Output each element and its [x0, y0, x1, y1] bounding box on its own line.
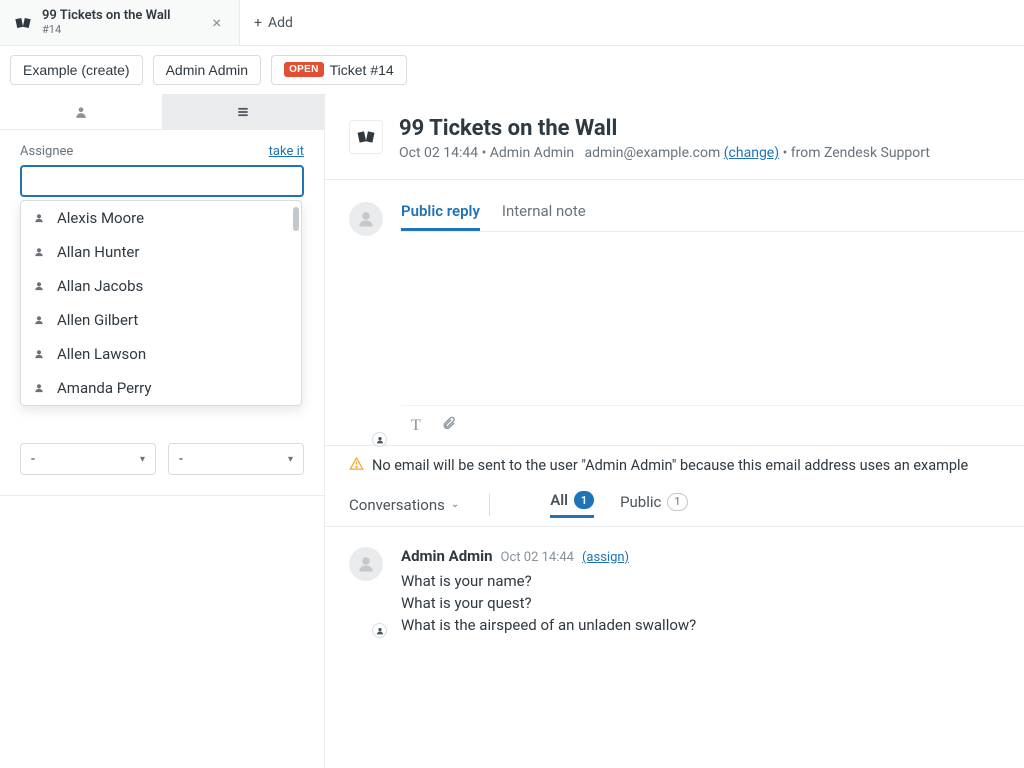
ticket-header: 99 Tickets on the Wall Oct 02 14:44 • Ad…	[325, 94, 1024, 180]
breadcrumb-org[interactable]: Example (create)	[10, 55, 143, 85]
assignee-option[interactable]: Allan Jacobs	[21, 269, 301, 303]
person-icon	[33, 246, 45, 258]
assignee-option-label: Allen Lawson	[57, 345, 146, 363]
count-badge: 1	[667, 493, 687, 511]
status-badge: OPEN	[284, 62, 324, 77]
assignee-option[interactable]: Amanda Perry	[21, 371, 301, 405]
assignee-option-label: Alexis Moore	[57, 209, 144, 227]
breadcrumb-ticket[interactable]: OPEN Ticket #14	[271, 55, 407, 85]
message-line: What is your name?	[401, 571, 1000, 593]
person-icon	[33, 212, 45, 224]
ticket-tab-icon	[14, 14, 32, 32]
ticket-subline: Oct 02 14:44 • Admin Admin admin@example…	[399, 145, 930, 161]
properties-panel: Assignee take it Alexis Moore Allan Hunt…	[0, 94, 325, 768]
assignee-option-label: Allan Jacobs	[57, 277, 143, 295]
tab-title: 99 Tickets on the Wall	[42, 9, 171, 23]
conversations-bar: Conversations ⌄ All 1 Public 1	[325, 487, 1024, 527]
attachment-icon[interactable]	[441, 416, 456, 435]
requester-avatar-icon	[349, 120, 383, 154]
chevron-down-icon: ▾	[288, 454, 293, 465]
filter-all[interactable]: All 1	[550, 491, 594, 518]
assignee-option[interactable]: Allen Lawson	[21, 337, 301, 371]
message-line: What is the airspeed of an unladen swall…	[401, 615, 1000, 637]
ticket-content: 99 Tickets on the Wall Oct 02 14:44 • Ad…	[325, 94, 1024, 768]
ticket-tab[interactable]: 99 Tickets on the Wall #14 ×	[0, 0, 240, 45]
assignee-input[interactable]	[20, 165, 304, 197]
person-icon	[33, 382, 45, 394]
tab-sub: #14	[42, 24, 171, 36]
warning-text: No email will be sent to the user "Admin…	[372, 457, 968, 474]
page-title: 99 Tickets on the Wall	[399, 116, 930, 141]
assignee-option[interactable]: Allan Hunter	[21, 235, 301, 269]
add-tab-label: Add	[268, 15, 293, 31]
reply-textarea[interactable]	[401, 231, 1024, 401]
message-avatar	[349, 547, 385, 636]
add-tab-button[interactable]: + Add	[240, 0, 307, 45]
message-time: Oct 02 14:44	[501, 550, 574, 565]
assignee-dropdown: Alexis Moore Allan Hunter Allan Jacobs A…	[20, 200, 302, 406]
property-select[interactable]: - ▾	[168, 443, 304, 475]
property-select[interactable]: - ▾	[20, 443, 156, 475]
person-icon	[33, 348, 45, 360]
reply-area: Public reply Internal note T	[325, 180, 1024, 446]
warning-message: No email will be sent to the user "Admin…	[325, 446, 1024, 487]
reply-tabs: Public reply Internal note	[401, 202, 1024, 231]
reply-toolbar: T	[401, 405, 1024, 445]
tab-internal-note[interactable]: Internal note	[502, 202, 586, 231]
filter-public[interactable]: Public 1	[620, 491, 688, 518]
assignee-label: Assignee	[20, 144, 73, 159]
sidebar-tab-ticket[interactable]	[162, 94, 324, 129]
message-text: What is your name? What is your quest? W…	[401, 571, 1000, 636]
main-area: Assignee take it Alexis Moore Allan Hunt…	[0, 94, 1024, 768]
breadcrumb: Example (create) Admin Admin OPEN Ticket…	[0, 46, 1024, 94]
warning-icon	[349, 456, 364, 475]
breadcrumb-user[interactable]: Admin Admin	[153, 55, 261, 85]
sidebar-tabs	[0, 94, 324, 130]
conversations-dropdown[interactable]: Conversations ⌄	[349, 496, 459, 514]
avatar-icon	[349, 202, 383, 236]
property-select-value: -	[31, 451, 35, 467]
assignee-option-label: Allan Hunter	[57, 243, 139, 261]
format-text-icon[interactable]: T	[411, 417, 421, 435]
tab-public-reply[interactable]: Public reply	[401, 202, 480, 231]
agent-badge-icon	[372, 623, 387, 638]
take-it-link[interactable]: take it	[269, 144, 304, 159]
plus-icon: +	[254, 15, 262, 31]
property-select-value: -	[179, 451, 183, 467]
assignee-option-label: Allen Gilbert	[57, 311, 138, 329]
assignee-option[interactable]: Allen Gilbert	[21, 303, 301, 337]
chevron-down-icon: ▾	[140, 454, 145, 465]
count-badge: 1	[574, 491, 594, 509]
avatar-icon	[349, 547, 383, 581]
tabs-bar: 99 Tickets on the Wall #14 × + Add	[0, 0, 1024, 46]
message-line: What is your quest?	[401, 593, 1000, 615]
divider	[489, 494, 490, 516]
assignee-option[interactable]: Alexis Moore	[21, 201, 301, 235]
person-icon	[33, 280, 45, 292]
person-icon	[33, 314, 45, 326]
assignee-option-label: Amanda Perry	[57, 379, 151, 397]
current-user-avatar	[349, 202, 385, 445]
change-requester-link[interactable]: (change)	[724, 145, 779, 161]
sidebar-tab-user[interactable]	[0, 94, 162, 129]
message-author: Admin Admin	[401, 547, 493, 565]
dropdown-scrollbar[interactable]	[293, 207, 299, 231]
agent-badge-icon	[372, 432, 387, 447]
assign-link[interactable]: (assign)	[582, 550, 629, 565]
chevron-down-icon: ⌄	[451, 499, 459, 510]
breadcrumb-ticket-label: Ticket #14	[330, 62, 394, 78]
conversation-message: Admin Admin Oct 02 14:44 (assign) What i…	[325, 527, 1024, 656]
close-icon[interactable]: ×	[208, 13, 225, 32]
